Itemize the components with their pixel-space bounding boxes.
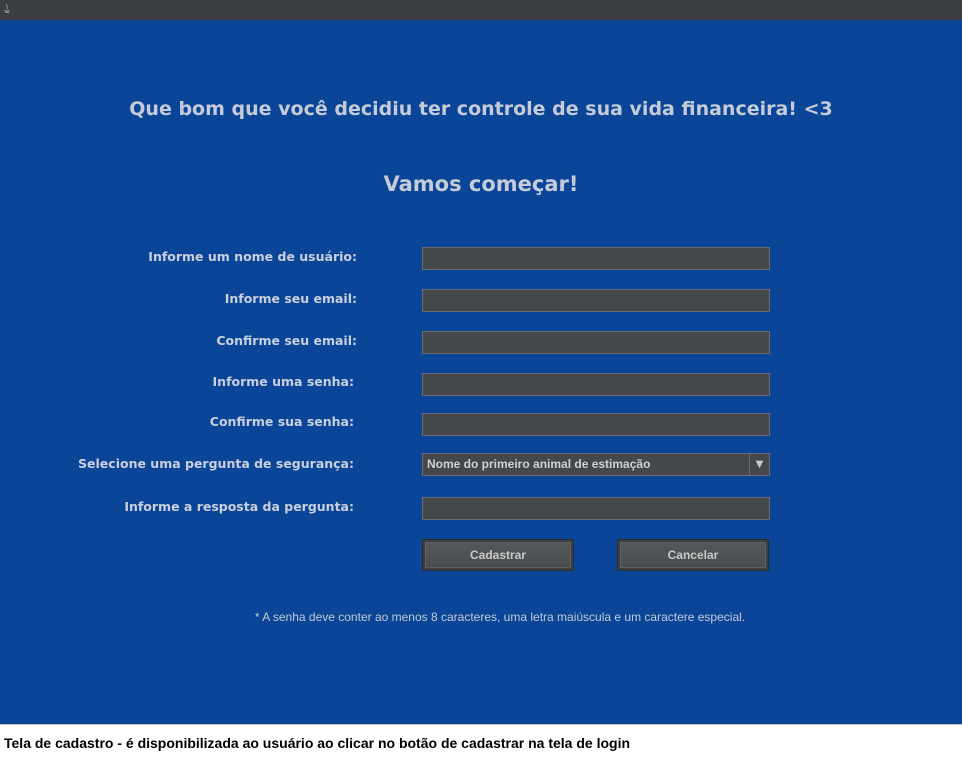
- security-question-select[interactable]: Nome do primeiro animal de estimação ▼: [422, 453, 770, 476]
- username-field[interactable]: [422, 247, 770, 270]
- window-title-bar: [0, 0, 962, 20]
- security-question-label: Selecione uma pergunta de segurança:: [78, 456, 354, 471]
- email-input[interactable]: [423, 290, 769, 312]
- confirm-email-field[interactable]: [422, 331, 770, 354]
- cancel-button-label: Cancelar: [620, 542, 766, 568]
- security-answer-label: Informe a resposta da pergunta:: [124, 499, 354, 514]
- password-field[interactable]: [422, 373, 770, 396]
- welcome-heading: Que bom que você decidiu ter controle de…: [129, 98, 833, 120]
- password-label: Informe uma senha:: [212, 374, 354, 389]
- password-input[interactable]: [423, 374, 769, 396]
- email-label: Informe seu email:: [224, 291, 357, 306]
- java-app-icon: [1, 0, 13, 13]
- email-field[interactable]: [422, 289, 770, 312]
- username-label: Informe um nome de usuário:: [148, 249, 357, 264]
- confirm-password-label: Confirme sua senha:: [209, 414, 354, 429]
- confirm-password-field[interactable]: [422, 413, 770, 436]
- security-answer-field[interactable]: [422, 497, 770, 520]
- confirm-email-label: Confirme seu email:: [216, 333, 357, 348]
- registration-window: Que bom que você decidiu ter controle de…: [0, 20, 962, 724]
- caption-divider: [0, 724, 962, 725]
- figure-caption: Tela de cadastro - é disponibilizada ao …: [4, 735, 631, 751]
- password-requirements-note: * A senha deve conter ao menos 8 caracte…: [254, 610, 746, 624]
- triangle-down-icon[interactable]: ▼: [749, 454, 769, 475]
- confirm-password-input[interactable]: [423, 414, 769, 436]
- start-heading: Vamos começar!: [383, 172, 579, 196]
- register-button[interactable]: Cadastrar: [422, 539, 574, 571]
- confirm-email-input[interactable]: [423, 332, 769, 354]
- register-button-label: Cadastrar: [425, 542, 571, 568]
- username-input[interactable]: [423, 248, 769, 270]
- security-question-value: Nome do primeiro animal de estimação: [427, 457, 651, 471]
- cancel-button[interactable]: Cancelar: [617, 539, 769, 571]
- security-answer-input[interactable]: [423, 498, 769, 520]
